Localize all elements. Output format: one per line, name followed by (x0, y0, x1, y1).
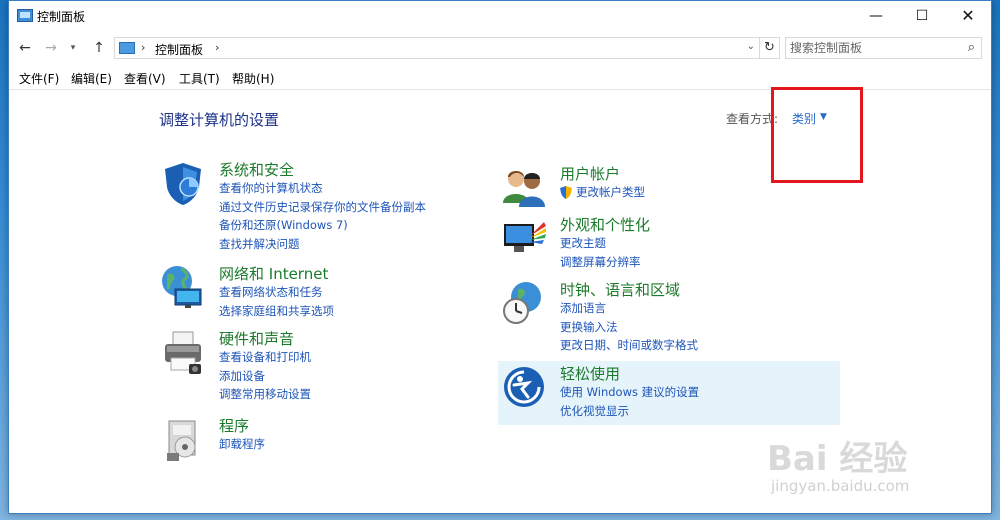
link-file-history[interactable]: 通过文件历史记录保存你的文件备份副本 (219, 198, 426, 217)
category-title[interactable]: 时钟、语言和区域 (560, 279, 680, 300)
search-input[interactable] (790, 40, 950, 56)
menu-view[interactable]: 查看(V) (124, 70, 166, 87)
minimize-button[interactable]: — (853, 1, 899, 31)
breadcrumb-separator[interactable]: › (215, 41, 219, 54)
category-title[interactable]: 外观和个性化 (560, 214, 650, 235)
menu-help[interactable]: 帮助(H) (232, 70, 274, 87)
category-title[interactable]: 用户帐户 (560, 163, 620, 184)
page-title: 调整计算机的设置 (159, 111, 280, 129)
category-links: 使用 Windows 建议的设置 优化视觉显示 (560, 383, 699, 420)
category-system-security: 系统和安全 查看你的计算机状态 通过文件历史记录保存你的文件备份副本 备份和还原… (159, 159, 459, 254)
link-change-account-type[interactable]: 更改帐户类型 (560, 183, 645, 202)
category-links: 更改主题 调整屏幕分辨率 (560, 234, 641, 271)
category-links: 查看你的计算机状态 通过文件历史记录保存你的文件备份副本 备份和还原(Windo… (219, 179, 426, 254)
category-title[interactable]: 网络和 Internet (219, 263, 328, 284)
category-user-accounts: 用户帐户 更改帐户类型 (500, 163, 800, 208)
menu-file[interactable]: 文件(F) (19, 70, 59, 87)
network-globe-icon (162, 266, 202, 308)
programs-box-icon (167, 420, 196, 461)
back-button[interactable]: ← (15, 37, 35, 59)
title-bar: 控制面板 — ☐ ✕ (9, 1, 991, 31)
link-add-device[interactable]: 添加设备 (219, 367, 311, 386)
link-backup-restore[interactable]: 备份和还原(Windows 7) (219, 216, 426, 235)
link-view-computer-status[interactable]: 查看你的计算机状态 (219, 179, 426, 198)
clock-globe-icon (503, 282, 541, 324)
printer-icon (165, 331, 201, 374)
ease-of-access-icon (504, 367, 544, 407)
users-icon (503, 171, 545, 207)
category-ease-of-access[interactable]: 轻松使用 使用 Windows 建议的设置 优化视觉显示 (500, 363, 800, 421)
link-mobility-settings[interactable]: 调整常用移动设置 (219, 385, 311, 404)
security-shield-icon (165, 163, 201, 205)
category-links: 更改帐户类型 (560, 183, 645, 202)
address-bar-row: ← → ▾ ↑ › 控制面板 › ⌄ ↻ ⌕ (9, 35, 991, 61)
control-panel-icon (17, 9, 33, 22)
menu-tools[interactable]: 工具(T) (179, 70, 220, 87)
uac-shield-icon (560, 186, 572, 199)
forward-button[interactable]: → (41, 37, 61, 59)
address-dropdown-icon[interactable]: ⌄ (747, 41, 755, 52)
link-change-theme[interactable]: 更改主题 (560, 234, 641, 253)
link-homegroup[interactable]: 选择家庭组和共享选项 (219, 302, 334, 321)
link-uninstall-program[interactable]: 卸载程序 (219, 435, 265, 454)
category-clock-language-region: 时钟、语言和区域 添加语言 更换输入法 更改日期、时间或数字格式 (500, 279, 800, 354)
link-devices-printers[interactable]: 查看设备和打印机 (219, 348, 311, 367)
category-hardware-sound: 硬件和声音 查看设备和打印机 添加设备 调整常用移动设置 (159, 328, 459, 403)
category-appearance: 外观和个性化 更改主题 调整屏幕分辨率 (500, 214, 800, 269)
appearance-monitor-icon (504, 222, 546, 252)
category-title[interactable]: 轻松使用 (560, 363, 620, 384)
category-title[interactable]: 系统和安全 (219, 159, 294, 180)
control-panel-window: 控制面板 — ☐ ✕ ← → ▾ ↑ › 控制面板 › ⌄ ↻ ⌕ 文件(F) … (8, 0, 992, 514)
watermark-brand: Bai 经验 (767, 439, 908, 479)
link-windows-suggested-settings[interactable]: 使用 Windows 建议的设置 (560, 383, 699, 402)
link-date-time-format[interactable]: 更改日期、时间或数字格式 (560, 336, 698, 355)
watermark-url: jingyan.baidu.com (771, 477, 910, 495)
category-network: 网络和 Internet 查看网络状态和任务 选择家庭组和共享选项 (159, 263, 459, 323)
menu-edit[interactable]: 编辑(E) (71, 70, 112, 87)
breadcrumb-control-panel[interactable]: 控制面板 (155, 41, 203, 58)
category-links: 添加语言 更换输入法 更改日期、时间或数字格式 (560, 299, 698, 355)
category-links: 查看设备和打印机 添加设备 调整常用移动设置 (219, 348, 311, 404)
recent-locations-button[interactable]: ▾ (63, 37, 83, 59)
link-change-input-method[interactable]: 更换输入法 (560, 318, 698, 337)
menu-bar: 文件(F) 编辑(E) 查看(V) 工具(T) 帮助(H) (9, 67, 991, 87)
link-add-language[interactable]: 添加语言 (560, 299, 698, 318)
window-title: 控制面板 (37, 10, 86, 24)
category-links: 卸载程序 (219, 435, 265, 454)
link-network-status[interactable]: 查看网络状态和任务 (219, 283, 334, 302)
category-title[interactable]: 硬件和声音 (219, 328, 294, 349)
category-programs: 程序 卸载程序 (159, 415, 459, 465)
link-troubleshoot[interactable]: 查找并解决问题 (219, 235, 426, 254)
baidu-jingyan-watermark: Bai 经验 jingyan.baidu.com (767, 431, 967, 501)
close-button[interactable]: ✕ (945, 1, 991, 31)
category-links: 查看网络状态和任务 选择家庭组和共享选项 (219, 283, 334, 320)
control-panel-location-icon (119, 42, 135, 54)
search-icon[interactable]: ⌕ (968, 40, 975, 55)
refresh-button[interactable]: ↻ (759, 38, 779, 58)
up-button[interactable]: ↑ (89, 37, 109, 59)
maximize-button[interactable]: ☐ (899, 1, 945, 31)
link-label[interactable]: 更改帐户类型 (576, 185, 645, 199)
category-title[interactable]: 程序 (219, 415, 249, 436)
address-box[interactable]: › 控制面板 › ⌄ ↻ (114, 37, 780, 59)
breadcrumb-separator[interactable]: › (141, 41, 145, 54)
search-box[interactable]: ⌕ (785, 37, 982, 59)
link-screen-resolution[interactable]: 调整屏幕分辨率 (560, 253, 641, 272)
link-optimize-visual-display[interactable]: 优化视觉显示 (560, 402, 699, 421)
